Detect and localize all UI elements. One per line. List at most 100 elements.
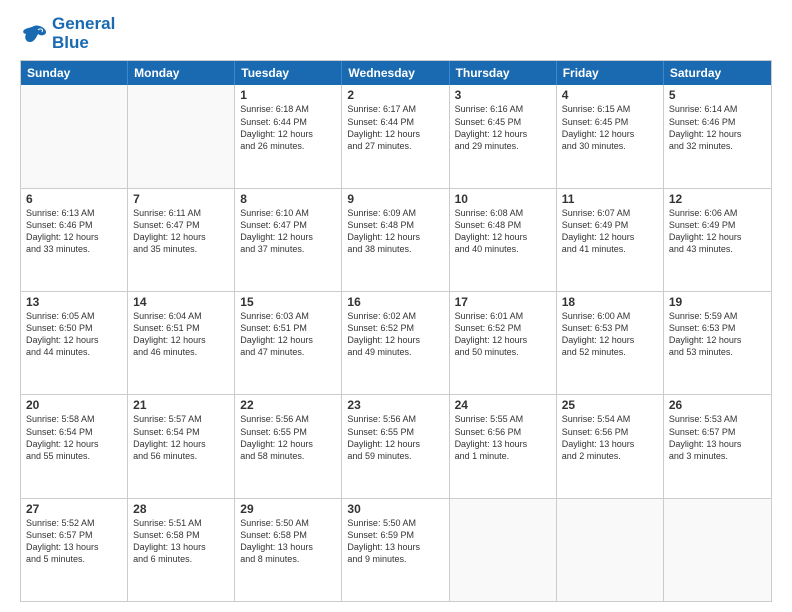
cell-info: Sunrise: 5:51 AM Sunset: 6:58 PM Dayligh… <box>133 517 229 566</box>
day-number: 29 <box>240 502 336 516</box>
day-number: 8 <box>240 192 336 206</box>
cell-info: Sunrise: 5:56 AM Sunset: 6:55 PM Dayligh… <box>240 413 336 462</box>
cell-info: Sunrise: 6:17 AM Sunset: 6:44 PM Dayligh… <box>347 103 443 152</box>
day-number: 3 <box>455 88 551 102</box>
calendar-row: 1Sunrise: 6:18 AM Sunset: 6:44 PM Daylig… <box>21 85 771 187</box>
logo: General Blue <box>20 15 115 52</box>
calendar-cell <box>557 499 664 601</box>
calendar-cell: 4Sunrise: 6:15 AM Sunset: 6:45 PM Daylig… <box>557 85 664 187</box>
cell-info: Sunrise: 5:55 AM Sunset: 6:56 PM Dayligh… <box>455 413 551 462</box>
cell-info: Sunrise: 6:03 AM Sunset: 6:51 PM Dayligh… <box>240 310 336 359</box>
cell-info: Sunrise: 5:50 AM Sunset: 6:58 PM Dayligh… <box>240 517 336 566</box>
calendar-cell: 1Sunrise: 6:18 AM Sunset: 6:44 PM Daylig… <box>235 85 342 187</box>
day-number: 24 <box>455 398 551 412</box>
cell-info: Sunrise: 6:14 AM Sunset: 6:46 PM Dayligh… <box>669 103 766 152</box>
day-number: 13 <box>26 295 122 309</box>
calendar-cell <box>450 499 557 601</box>
calendar-cell: 18Sunrise: 6:00 AM Sunset: 6:53 PM Dayli… <box>557 292 664 394</box>
cell-info: Sunrise: 5:52 AM Sunset: 6:57 PM Dayligh… <box>26 517 122 566</box>
day-number: 26 <box>669 398 766 412</box>
calendar-cell: 23Sunrise: 5:56 AM Sunset: 6:55 PM Dayli… <box>342 395 449 497</box>
calendar-header: SundayMondayTuesdayWednesdayThursdayFrid… <box>21 61 771 85</box>
calendar-cell: 6Sunrise: 6:13 AM Sunset: 6:46 PM Daylig… <box>21 189 128 291</box>
cell-info: Sunrise: 6:02 AM Sunset: 6:52 PM Dayligh… <box>347 310 443 359</box>
calendar-cell <box>128 85 235 187</box>
cell-info: Sunrise: 6:04 AM Sunset: 6:51 PM Dayligh… <box>133 310 229 359</box>
calendar-cell: 10Sunrise: 6:08 AM Sunset: 6:48 PM Dayli… <box>450 189 557 291</box>
weekday-header: Sunday <box>21 61 128 85</box>
day-number: 21 <box>133 398 229 412</box>
calendar-body: 1Sunrise: 6:18 AM Sunset: 6:44 PM Daylig… <box>21 85 771 601</box>
calendar-cell: 25Sunrise: 5:54 AM Sunset: 6:56 PM Dayli… <box>557 395 664 497</box>
cell-info: Sunrise: 6:18 AM Sunset: 6:44 PM Dayligh… <box>240 103 336 152</box>
cell-info: Sunrise: 6:15 AM Sunset: 6:45 PM Dayligh… <box>562 103 658 152</box>
calendar-cell <box>21 85 128 187</box>
calendar-cell: 29Sunrise: 5:50 AM Sunset: 6:58 PM Dayli… <box>235 499 342 601</box>
calendar-cell: 20Sunrise: 5:58 AM Sunset: 6:54 PM Dayli… <box>21 395 128 497</box>
day-number: 6 <box>26 192 122 206</box>
calendar-row: 13Sunrise: 6:05 AM Sunset: 6:50 PM Dayli… <box>21 291 771 394</box>
day-number: 22 <box>240 398 336 412</box>
cell-info: Sunrise: 6:11 AM Sunset: 6:47 PM Dayligh… <box>133 207 229 256</box>
calendar-cell: 3Sunrise: 6:16 AM Sunset: 6:45 PM Daylig… <box>450 85 557 187</box>
calendar-cell: 12Sunrise: 6:06 AM Sunset: 6:49 PM Dayli… <box>664 189 771 291</box>
cell-info: Sunrise: 5:58 AM Sunset: 6:54 PM Dayligh… <box>26 413 122 462</box>
cell-info: Sunrise: 5:59 AM Sunset: 6:53 PM Dayligh… <box>669 310 766 359</box>
cell-info: Sunrise: 6:00 AM Sunset: 6:53 PM Dayligh… <box>562 310 658 359</box>
weekday-header: Monday <box>128 61 235 85</box>
cell-info: Sunrise: 5:57 AM Sunset: 6:54 PM Dayligh… <box>133 413 229 462</box>
weekday-header: Thursday <box>450 61 557 85</box>
calendar-cell: 17Sunrise: 6:01 AM Sunset: 6:52 PM Dayli… <box>450 292 557 394</box>
logo-icon <box>20 22 48 46</box>
calendar-cell: 8Sunrise: 6:10 AM Sunset: 6:47 PM Daylig… <box>235 189 342 291</box>
calendar-row: 20Sunrise: 5:58 AM Sunset: 6:54 PM Dayli… <box>21 394 771 497</box>
calendar-cell: 5Sunrise: 6:14 AM Sunset: 6:46 PM Daylig… <box>664 85 771 187</box>
weekday-header: Wednesday <box>342 61 449 85</box>
calendar: SundayMondayTuesdayWednesdayThursdayFrid… <box>20 60 772 602</box>
calendar-cell: 14Sunrise: 6:04 AM Sunset: 6:51 PM Dayli… <box>128 292 235 394</box>
day-number: 10 <box>455 192 551 206</box>
calendar-cell: 13Sunrise: 6:05 AM Sunset: 6:50 PM Dayli… <box>21 292 128 394</box>
logo-text: General Blue <box>52 15 115 52</box>
calendar-cell: 19Sunrise: 5:59 AM Sunset: 6:53 PM Dayli… <box>664 292 771 394</box>
day-number: 1 <box>240 88 336 102</box>
weekday-header: Tuesday <box>235 61 342 85</box>
calendar-cell: 28Sunrise: 5:51 AM Sunset: 6:58 PM Dayli… <box>128 499 235 601</box>
weekday-header: Friday <box>557 61 664 85</box>
calendar-cell <box>664 499 771 601</box>
calendar-cell: 11Sunrise: 6:07 AM Sunset: 6:49 PM Dayli… <box>557 189 664 291</box>
day-number: 27 <box>26 502 122 516</box>
calendar-cell: 27Sunrise: 5:52 AM Sunset: 6:57 PM Dayli… <box>21 499 128 601</box>
day-number: 11 <box>562 192 658 206</box>
calendar-cell: 26Sunrise: 5:53 AM Sunset: 6:57 PM Dayli… <box>664 395 771 497</box>
calendar-row: 27Sunrise: 5:52 AM Sunset: 6:57 PM Dayli… <box>21 498 771 601</box>
day-number: 5 <box>669 88 766 102</box>
day-number: 7 <box>133 192 229 206</box>
day-number: 14 <box>133 295 229 309</box>
cell-info: Sunrise: 6:08 AM Sunset: 6:48 PM Dayligh… <box>455 207 551 256</box>
cell-info: Sunrise: 6:01 AM Sunset: 6:52 PM Dayligh… <box>455 310 551 359</box>
header: General Blue <box>20 15 772 52</box>
day-number: 25 <box>562 398 658 412</box>
day-number: 30 <box>347 502 443 516</box>
calendar-cell: 9Sunrise: 6:09 AM Sunset: 6:48 PM Daylig… <box>342 189 449 291</box>
cell-info: Sunrise: 6:09 AM Sunset: 6:48 PM Dayligh… <box>347 207 443 256</box>
calendar-cell: 16Sunrise: 6:02 AM Sunset: 6:52 PM Dayli… <box>342 292 449 394</box>
cell-info: Sunrise: 5:50 AM Sunset: 6:59 PM Dayligh… <box>347 517 443 566</box>
calendar-cell: 22Sunrise: 5:56 AM Sunset: 6:55 PM Dayli… <box>235 395 342 497</box>
calendar-cell: 30Sunrise: 5:50 AM Sunset: 6:59 PM Dayli… <box>342 499 449 601</box>
day-number: 28 <box>133 502 229 516</box>
cell-info: Sunrise: 6:06 AM Sunset: 6:49 PM Dayligh… <box>669 207 766 256</box>
day-number: 20 <box>26 398 122 412</box>
day-number: 16 <box>347 295 443 309</box>
calendar-cell: 21Sunrise: 5:57 AM Sunset: 6:54 PM Dayli… <box>128 395 235 497</box>
calendar-cell: 24Sunrise: 5:55 AM Sunset: 6:56 PM Dayli… <box>450 395 557 497</box>
weekday-header: Saturday <box>664 61 771 85</box>
day-number: 9 <box>347 192 443 206</box>
calendar-cell: 7Sunrise: 6:11 AM Sunset: 6:47 PM Daylig… <box>128 189 235 291</box>
cell-info: Sunrise: 6:05 AM Sunset: 6:50 PM Dayligh… <box>26 310 122 359</box>
day-number: 4 <box>562 88 658 102</box>
day-number: 12 <box>669 192 766 206</box>
calendar-cell: 15Sunrise: 6:03 AM Sunset: 6:51 PM Dayli… <box>235 292 342 394</box>
day-number: 23 <box>347 398 443 412</box>
